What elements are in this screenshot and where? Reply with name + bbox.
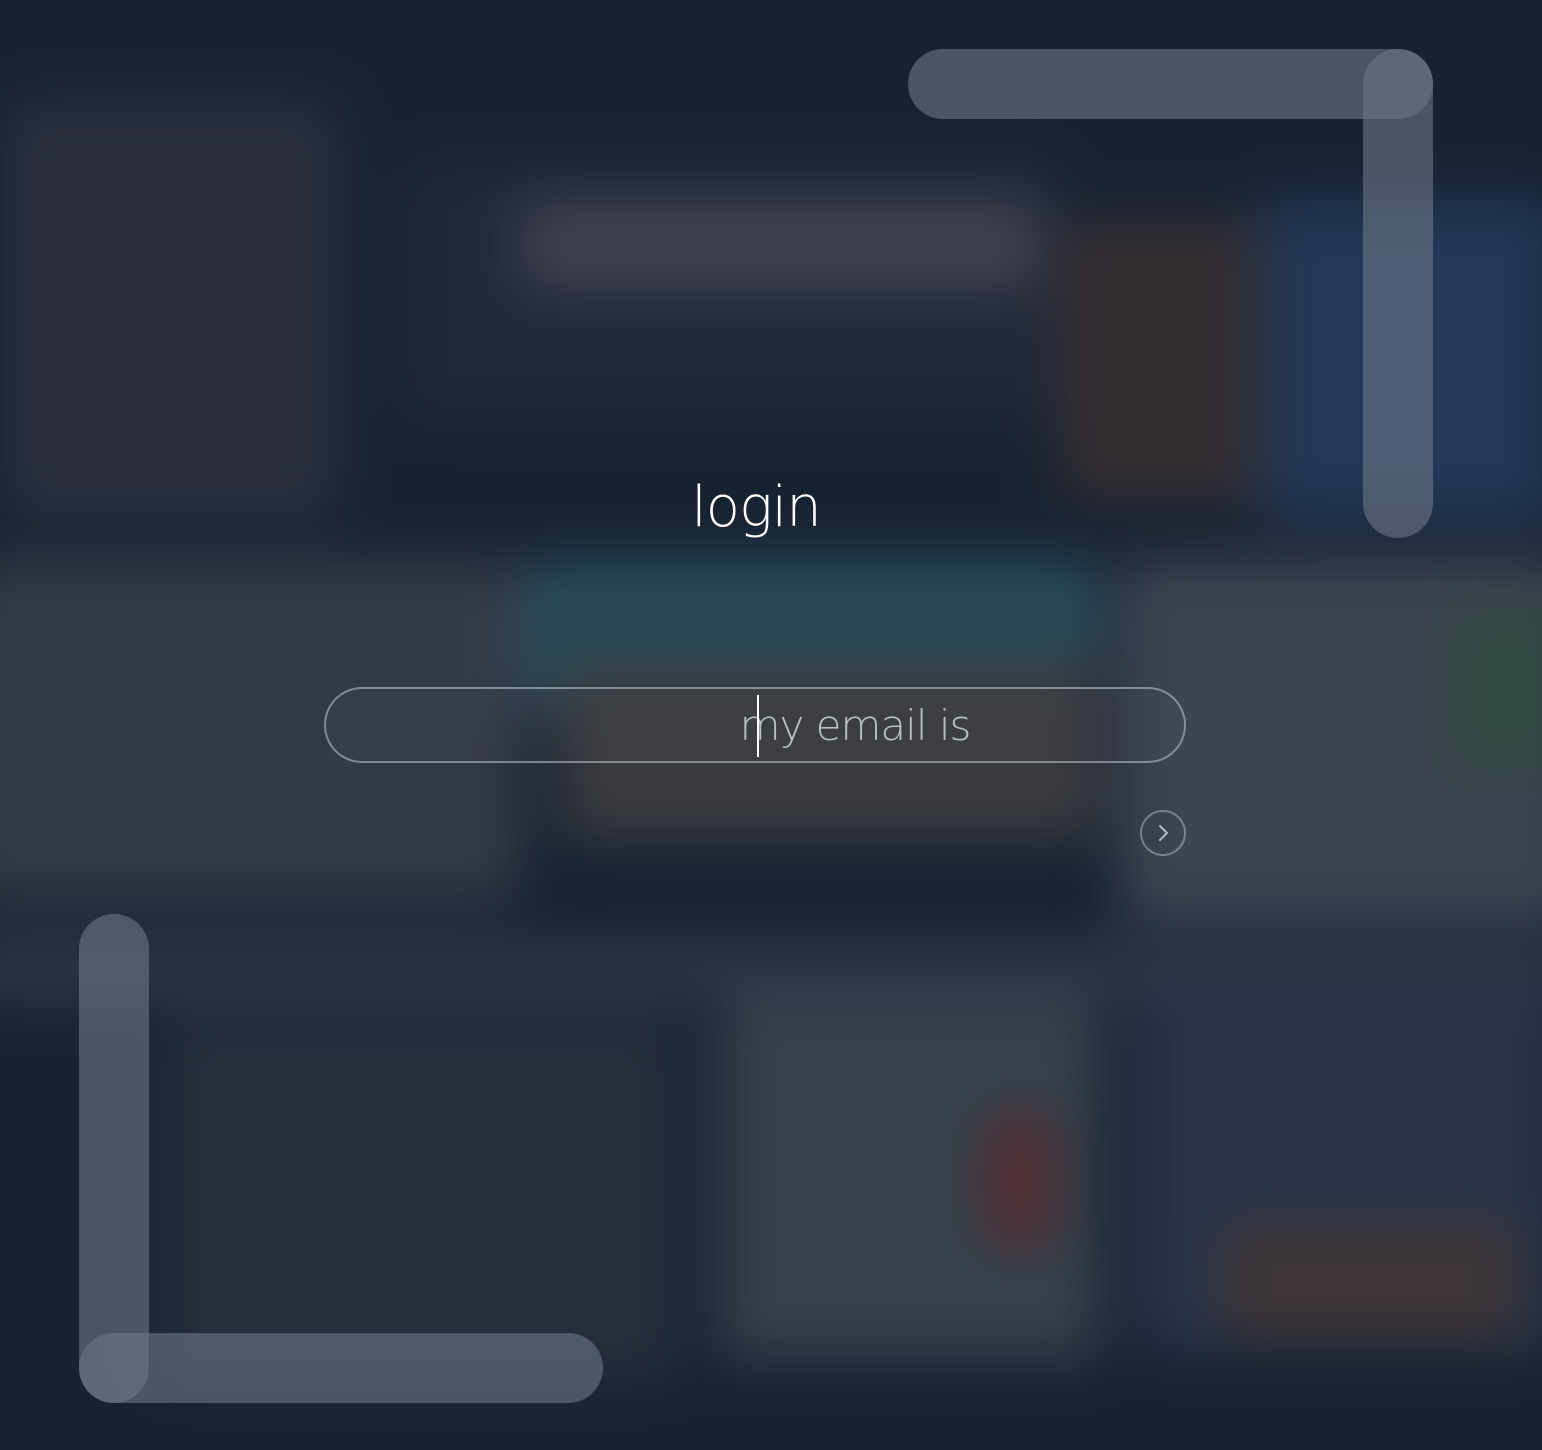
corner-bracket-bottom-left-vertical <box>79 914 149 1403</box>
login-title: login <box>691 475 821 540</box>
chevron-right-icon <box>1159 825 1168 841</box>
email-input[interactable] <box>326 689 1184 761</box>
corner-bracket-top-right-vertical <box>1363 49 1433 538</box>
corner-bracket-bottom-left-horizontal <box>79 1333 603 1403</box>
corner-bracket-top-right-horizontal <box>908 49 1433 119</box>
email-field-container[interactable] <box>324 687 1186 763</box>
next-button[interactable] <box>1140 810 1186 856</box>
text-caret <box>757 695 759 757</box>
login-screen: login <box>0 0 1542 1450</box>
